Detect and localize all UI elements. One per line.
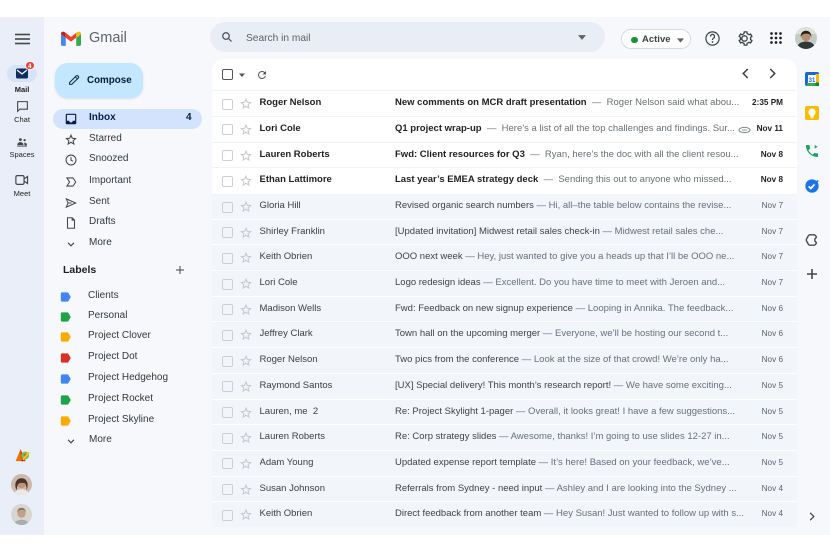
svg-text:31: 31 — [809, 78, 816, 84]
